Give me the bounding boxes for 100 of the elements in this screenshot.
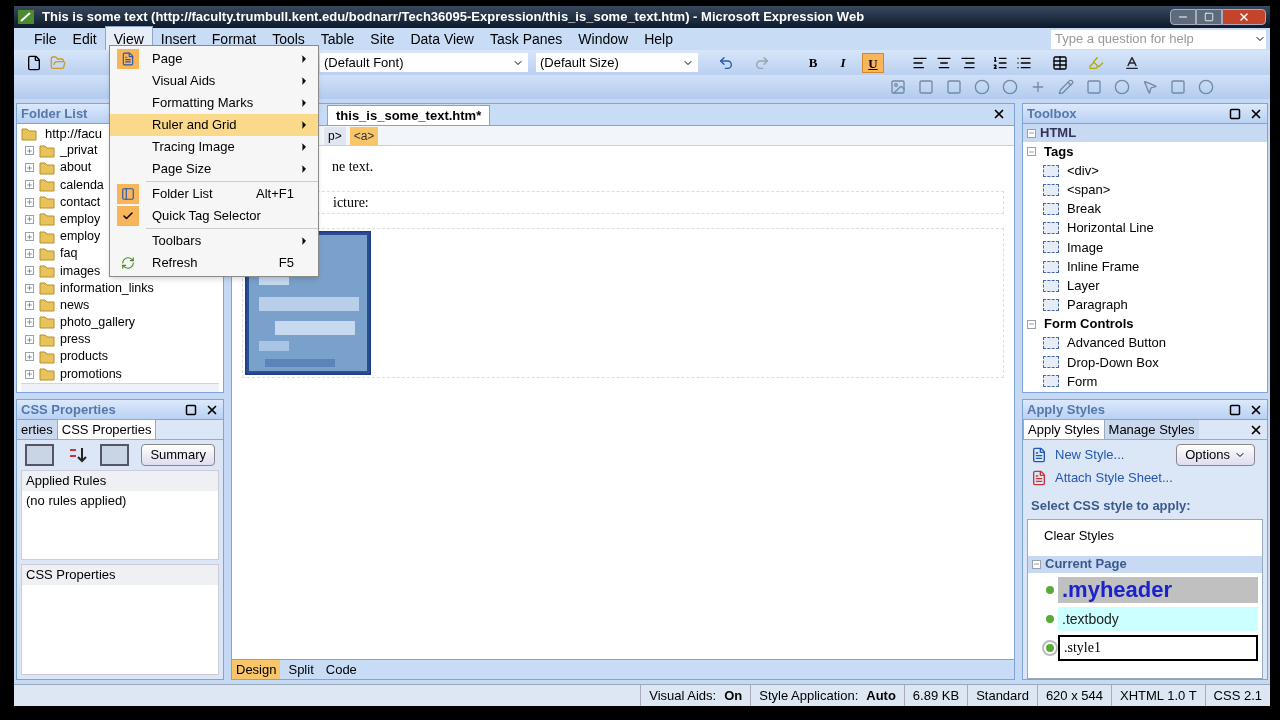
- toolbar-icon[interactable]: [918, 79, 934, 95]
- font-color-icon[interactable]: [1124, 54, 1140, 71]
- toolbox-item[interactable]: Inline Frame: [1067, 256, 1140, 277]
- collapse-icon[interactable]: [1027, 319, 1036, 329]
- close-icon[interactable]: [992, 107, 1006, 121]
- maximize-icon[interactable]: [185, 403, 197, 416]
- section-header[interactable]: HTML: [1040, 123, 1077, 143]
- toolbox-item[interactable]: Image: [1067, 237, 1104, 258]
- expand-icon[interactable]: [25, 163, 34, 173]
- folder-item[interactable]: photo_gallery: [60, 313, 136, 332]
- toolbar-icon[interactable]: [890, 79, 906, 95]
- toolbar-icon[interactable]: [946, 79, 962, 95]
- expand-icon[interactable]: [25, 180, 34, 190]
- folder-item[interactable]: promotions: [60, 364, 122, 384]
- folder-item[interactable]: employ: [60, 227, 101, 246]
- numbered-list-icon[interactable]: [992, 54, 1008, 71]
- expand-icon[interactable]: [25, 146, 34, 156]
- toolbar-icon[interactable]: [974, 79, 990, 95]
- folder-item[interactable]: _privat: [60, 141, 98, 160]
- expand-icon[interactable]: [25, 300, 34, 310]
- categorized-button[interactable]: [25, 444, 55, 466]
- font-dropdown[interactable]: (Default Font): [320, 53, 528, 72]
- toolbox-item[interactable]: Paragraph: [1067, 295, 1128, 315]
- toolbox-item[interactable]: Advanced Button: [1067, 333, 1167, 353]
- format-button[interactable]: I: [832, 52, 854, 73]
- panel-tab[interactable]: Apply Styles: [1023, 418, 1105, 439]
- document-tab[interactable]: this_is_some_text.htm*: [327, 104, 491, 125]
- group-header[interactable]: Form Controls: [1044, 314, 1134, 334]
- toolbar-icon[interactable]: [1142, 79, 1158, 95]
- expand-icon[interactable]: [25, 335, 34, 345]
- help-search-field[interactable]: Type a question for help: [1051, 29, 1266, 49]
- menu-item[interactable]: File: [26, 26, 65, 52]
- expand-icon[interactable]: [25, 283, 34, 293]
- redo-icon[interactable]: [754, 54, 770, 71]
- toolbox-item[interactable]: Form: [1067, 371, 1098, 392]
- menu-item[interactable]: Help: [636, 26, 681, 52]
- expand-icon[interactable]: [25, 266, 34, 276]
- toolbar-icon[interactable]: [1086, 79, 1102, 95]
- group-header[interactable]: Tags: [1044, 141, 1074, 162]
- panel-tab[interactable]: erties: [17, 419, 57, 439]
- menu-item[interactable]: Site: [362, 26, 403, 52]
- style-item[interactable]: .textbody: [1058, 606, 1258, 631]
- expand-icon[interactable]: [25, 197, 34, 207]
- view-tab[interactable]: Split: [284, 659, 318, 680]
- toolbar-icon[interactable]: [1002, 79, 1018, 95]
- clear-styles-item[interactable]: Clear Styles: [1028, 520, 1262, 552]
- folder-item[interactable]: images: [60, 261, 101, 281]
- quick-tag[interactable]: <a>: [349, 126, 379, 145]
- toolbox-item[interactable]: Layer: [1067, 275, 1100, 296]
- show-set-properties-button[interactable]: [100, 444, 130, 466]
- toolbar-icon[interactable]: [1114, 79, 1130, 95]
- new-style-link[interactable]: New Style...: [1055, 445, 1125, 465]
- expand-icon[interactable]: [25, 232, 34, 242]
- menu-option[interactable]: Toolbars: [110, 230, 318, 252]
- new-page-icon[interactable]: [26, 54, 42, 71]
- menu-option[interactable]: Visual Aids: [110, 70, 318, 92]
- menu-item[interactable]: Window: [570, 26, 637, 52]
- format-button[interactable]: B: [802, 52, 824, 73]
- format-button[interactable]: U: [862, 52, 884, 73]
- menu-option[interactable]: Formatting Marks: [110, 92, 318, 114]
- folder-item[interactable]: calenda: [60, 175, 104, 195]
- menu-item[interactable]: Task Panes: [482, 26, 571, 52]
- toolbox-item[interactable]: <span>: [1067, 180, 1111, 200]
- toolbar-icon[interactable]: [1030, 79, 1046, 95]
- folder-item[interactable]: news: [60, 295, 90, 315]
- expand-icon[interactable]: [25, 369, 34, 379]
- collapse-icon[interactable]: [1027, 147, 1036, 156]
- highlighter-icon[interactable]: [1088, 54, 1104, 71]
- close-button[interactable]: [1222, 9, 1266, 25]
- folder-item[interactable]: products: [60, 347, 108, 367]
- menu-option[interactable]: Folder List Alt+F1: [110, 183, 318, 205]
- folder-item[interactable]: press: [60, 330, 91, 350]
- menu-option[interactable]: Refresh F5: [110, 252, 318, 274]
- quick-tag[interactable]: p>: [324, 126, 346, 145]
- style-item[interactable]: .myheader: [1058, 576, 1258, 603]
- attach-link[interactable]: Attach Style Sheet...: [1055, 468, 1173, 488]
- minimize-button[interactable]: [1170, 9, 1196, 25]
- table-icon[interactable]: [1052, 54, 1068, 71]
- style-item[interactable]: .style1: [1058, 634, 1258, 661]
- summary-button[interactable]: Summary: [141, 444, 215, 466]
- menu-option[interactable]: Tracing Image: [110, 136, 318, 158]
- folder-item[interactable]: information_links: [60, 278, 154, 298]
- toolbar-icon[interactable]: [1170, 79, 1186, 95]
- collapse-icon[interactable]: [1032, 559, 1041, 569]
- view-tab[interactable]: Design: [232, 659, 281, 680]
- open-icon[interactable]: [50, 54, 66, 71]
- toolbox-item[interactable]: Drop-Down Box: [1067, 352, 1159, 373]
- folder-item[interactable]: contact: [60, 192, 101, 212]
- horizontal-scrollbar[interactable]: [21, 382, 219, 392]
- expand-icon[interactable]: [25, 352, 34, 362]
- menu-item[interactable]: Data View: [402, 26, 482, 52]
- toolbox-item[interactable]: Horizontal Line: [1067, 218, 1154, 238]
- expand-icon[interactable]: [25, 317, 34, 327]
- options-button[interactable]: Options: [1176, 444, 1255, 466]
- expand-icon[interactable]: [25, 249, 34, 259]
- toolbar-icon[interactable]: [1198, 79, 1214, 95]
- close-icon[interactable]: [1249, 423, 1263, 437]
- toolbar-icon[interactable]: [1058, 79, 1074, 95]
- undo-icon[interactable]: [718, 54, 734, 71]
- folder-item[interactable]: about: [60, 158, 92, 178]
